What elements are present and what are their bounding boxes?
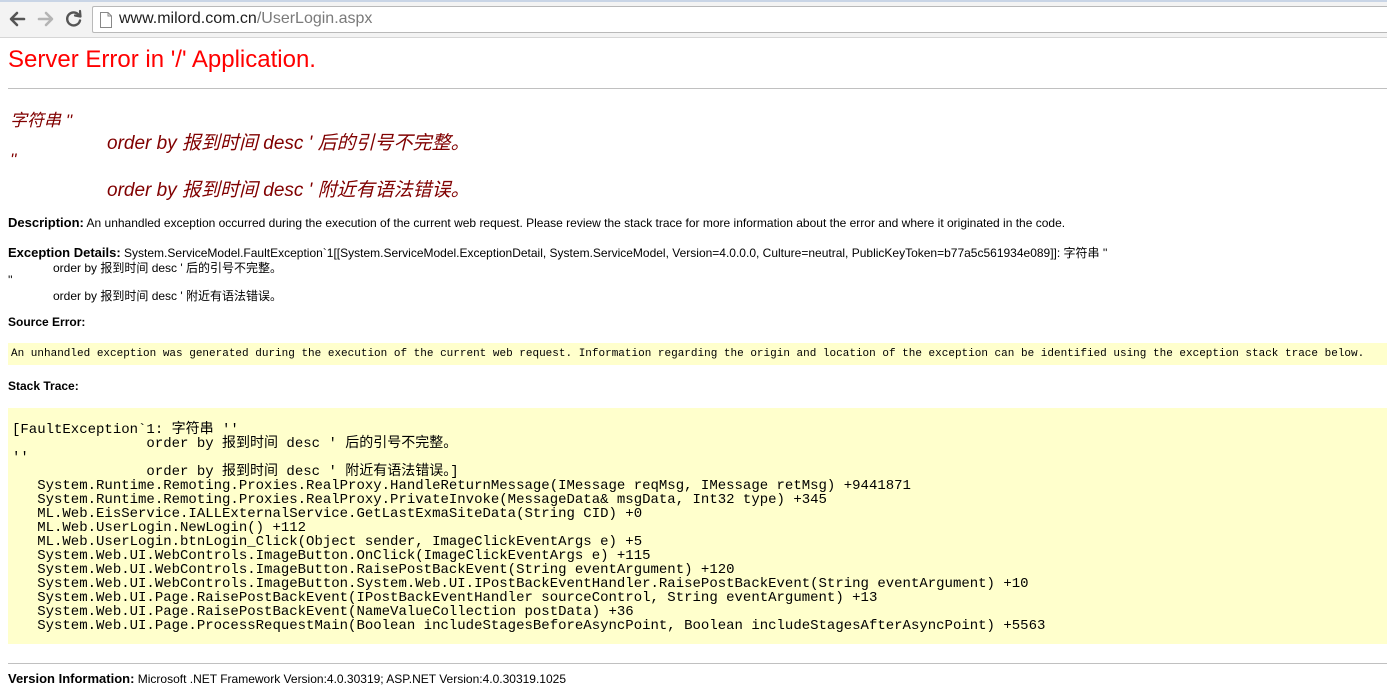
exception-details-label: Exception Details: [8,245,121,260]
url-path: /UserLogin.aspx [256,10,373,27]
back-arrow-icon [9,11,26,27]
url-text: www.milord.com.cn/UserLogin.aspx [119,10,372,28]
page-icon [100,12,112,28]
error-message-line-1: 字符串 '' [10,111,73,130]
exception-detail-line-4: order by 报到时间 desc ' 附近有语法错误。 [53,289,282,303]
error-message-line-4: order by 报到时间 desc ' 附近有语法错误。 [107,180,470,201]
error-message-line-2: order by 报到时间 desc ' 后的引号不完整。 [107,133,470,154]
page-title: Server Error in '/' Application. [8,46,316,73]
forward-button[interactable] [35,8,57,30]
browser-toolbar: www.milord.com.cn/UserLogin.aspx [0,0,1387,38]
source-error-text: An unhandled exception was generated dur… [11,348,1365,360]
reload-icon [66,9,82,27]
title-divider [8,88,1387,89]
error-message-line-3: '' [10,150,17,169]
stack-trace-box: [FaultException`1: 字符串 '' order by 报到时间 … [8,408,1387,644]
forward-arrow-icon [37,11,54,27]
footer-divider [8,663,1387,664]
description-label: Description: [8,215,84,230]
stack-trace-label: Stack Trace: [8,379,79,393]
tab-strip-edge [0,0,1387,2]
version-information-label: Version Information: [8,671,135,686]
source-error-box: An unhandled exception was generated dur… [8,343,1387,365]
exception-detail-line-3: '' [8,273,13,287]
exception-details-text: System.ServiceModel.FaultException`1[[Sy… [124,246,1108,260]
reload-button[interactable] [63,8,85,30]
description-row: Description: An unhandled exception occu… [8,215,1065,230]
url-host: www.milord.com.cn [119,10,257,27]
stack-trace-text: [FaultException`1: 字符串 '' order by 报到时间 … [12,422,1046,634]
description-text: An unhandled exception occurred during t… [86,216,1066,230]
source-error-label: Source Error: [8,315,86,329]
version-information-row: Version Information: Microsoft .NET Fram… [8,671,566,686]
exception-detail-line-2: order by 报到时间 desc ' 后的引号不完整。 [53,261,282,275]
back-button[interactable] [6,8,28,30]
version-information-text: Microsoft .NET Framework Version:4.0.303… [137,672,566,686]
address-bar[interactable]: www.milord.com.cn/UserLogin.aspx [92,6,1387,33]
